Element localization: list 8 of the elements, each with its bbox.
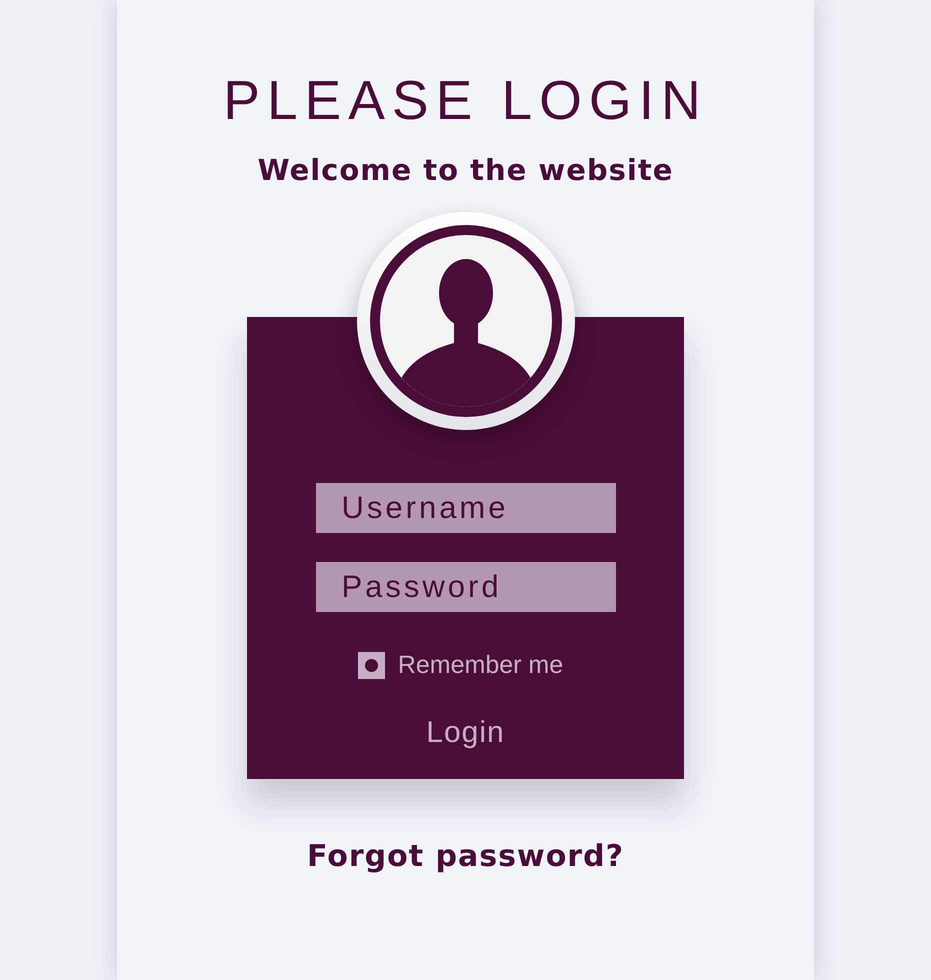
- login-button[interactable]: Login: [416, 712, 515, 754]
- remember-label: Remember me: [398, 651, 564, 680]
- username-field[interactable]: Username: [316, 483, 616, 533]
- page-title: PLEASE LOGIN: [223, 68, 708, 132]
- password-field[interactable]: Password: [316, 562, 616, 612]
- forgot-password-link[interactable]: Forgot password?: [307, 839, 624, 874]
- page-subtitle: Welcome to the website: [258, 152, 674, 189]
- remember-checkbox[interactable]: [358, 652, 385, 679]
